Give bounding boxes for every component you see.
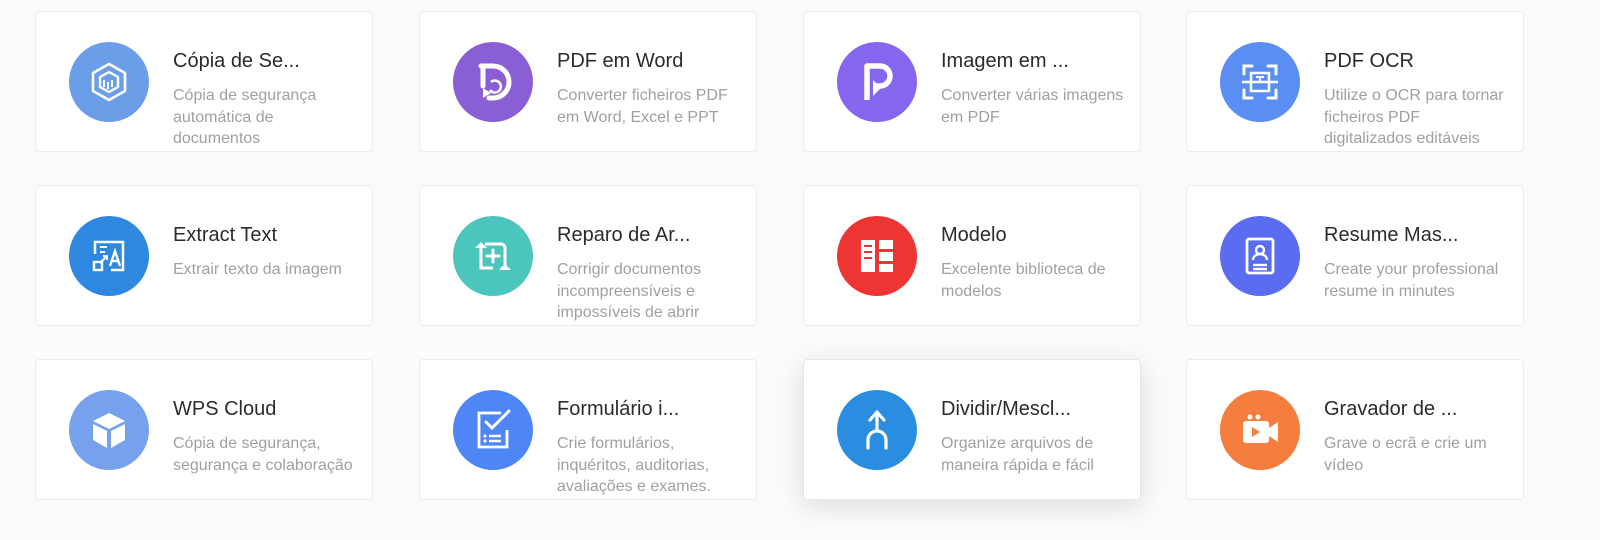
extract-text-icon — [69, 216, 149, 296]
tool-description: Excelente biblioteca de modelos — [941, 261, 1106, 300]
tool-card-template[interactable]: Modelo Excelente biblioteca de modelos — [803, 185, 1141, 326]
tool-card-pdf-to-word[interactable]: PDF em Word Converter ficheiros PDF em W… — [419, 11, 757, 152]
tool-title: Formulário i... — [557, 398, 680, 420]
tool-description: Cópia de segurança automática de documen… — [173, 87, 317, 147]
tool-card-file-repair[interactable]: Reparo de Ar... Corrigir documentos inco… — [419, 185, 757, 326]
tool-title: Modelo — [941, 224, 1007, 246]
file-repair-icon — [453, 216, 533, 296]
tool-description: Converter ficheiros PDF em Word, Excel e… — [557, 87, 728, 126]
tool-title: WPS Cloud — [173, 398, 277, 420]
tool-card-wps-cloud[interactable]: WPS Cloud Cópia de segurança, segurança … — [35, 359, 373, 500]
tool-card-pdf-ocr[interactable]: PDF OCR Utilize o OCR para tornar fichei… — [1186, 11, 1524, 152]
tool-description: Converter várias imagens em PDF — [941, 87, 1124, 126]
tool-title: Resume Mas... — [1324, 224, 1459, 246]
cloud-box-icon — [69, 390, 149, 470]
tool-description: Extrair texto da imagem — [173, 261, 342, 278]
tool-card-form[interactable]: Formulário i... Crie formulários, inquér… — [419, 359, 757, 500]
tool-card-split-merge[interactable]: Dividir/Mescl... Organize arquivos de ma… — [803, 359, 1141, 500]
backup-cube-icon — [69, 42, 149, 122]
resume-icon — [1220, 216, 1300, 296]
tool-title: Gravador de ... — [1324, 398, 1458, 420]
tool-card-image-to-pdf[interactable]: Imagem em ... Converter várias imagens e… — [803, 11, 1141, 152]
template-icon — [837, 216, 917, 296]
tool-title: Imagem em ... — [941, 50, 1069, 72]
tool-description: Grave o ecrã e crie um vídeo — [1324, 435, 1487, 474]
pdf-to-word-icon — [453, 42, 533, 122]
tool-card-resume[interactable]: Resume Mas... Create your professional r… — [1186, 185, 1524, 326]
tool-title: Reparo de Ar... — [557, 224, 691, 246]
image-to-pdf-icon — [837, 42, 917, 122]
screen-recorder-icon — [1220, 390, 1300, 470]
tool-title: Cópia de Se... — [173, 50, 300, 72]
tool-description: Corrigir documentos incompreensíveis e i… — [557, 261, 702, 321]
tool-title: Extract Text — [173, 224, 278, 246]
tool-description: Create your professional resume in minut… — [1324, 261, 1499, 300]
tools-grid: Cópia de Se... Cópia de segurança automá… — [0, 0, 1600, 540]
tool-description: Utilize o OCR para tornar ficheiros PDF … — [1324, 87, 1504, 147]
split-merge-icon — [837, 390, 917, 470]
tool-card-extract-text[interactable]: Extract Text Extrair texto da imagem — [35, 185, 373, 326]
tool-description: Crie formulários, inquéritos, auditorias… — [557, 435, 711, 495]
tool-card-screen-recorder[interactable]: Gravador de ... Grave o ecrã e crie um v… — [1186, 359, 1524, 500]
tool-title: PDF OCR — [1324, 50, 1414, 72]
ocr-scan-icon — [1220, 42, 1300, 122]
tool-title: PDF em Word — [557, 50, 684, 72]
tool-description: Organize arquivos de maneira rápida e fá… — [941, 435, 1094, 474]
tool-title: Dividir/Mescl... — [941, 398, 1072, 420]
tool-card-backup[interactable]: Cópia de Se... Cópia de segurança automá… — [35, 11, 373, 152]
form-checklist-icon — [453, 390, 533, 470]
tool-description: Cópia de segurança, segurança e colabora… — [173, 435, 353, 474]
